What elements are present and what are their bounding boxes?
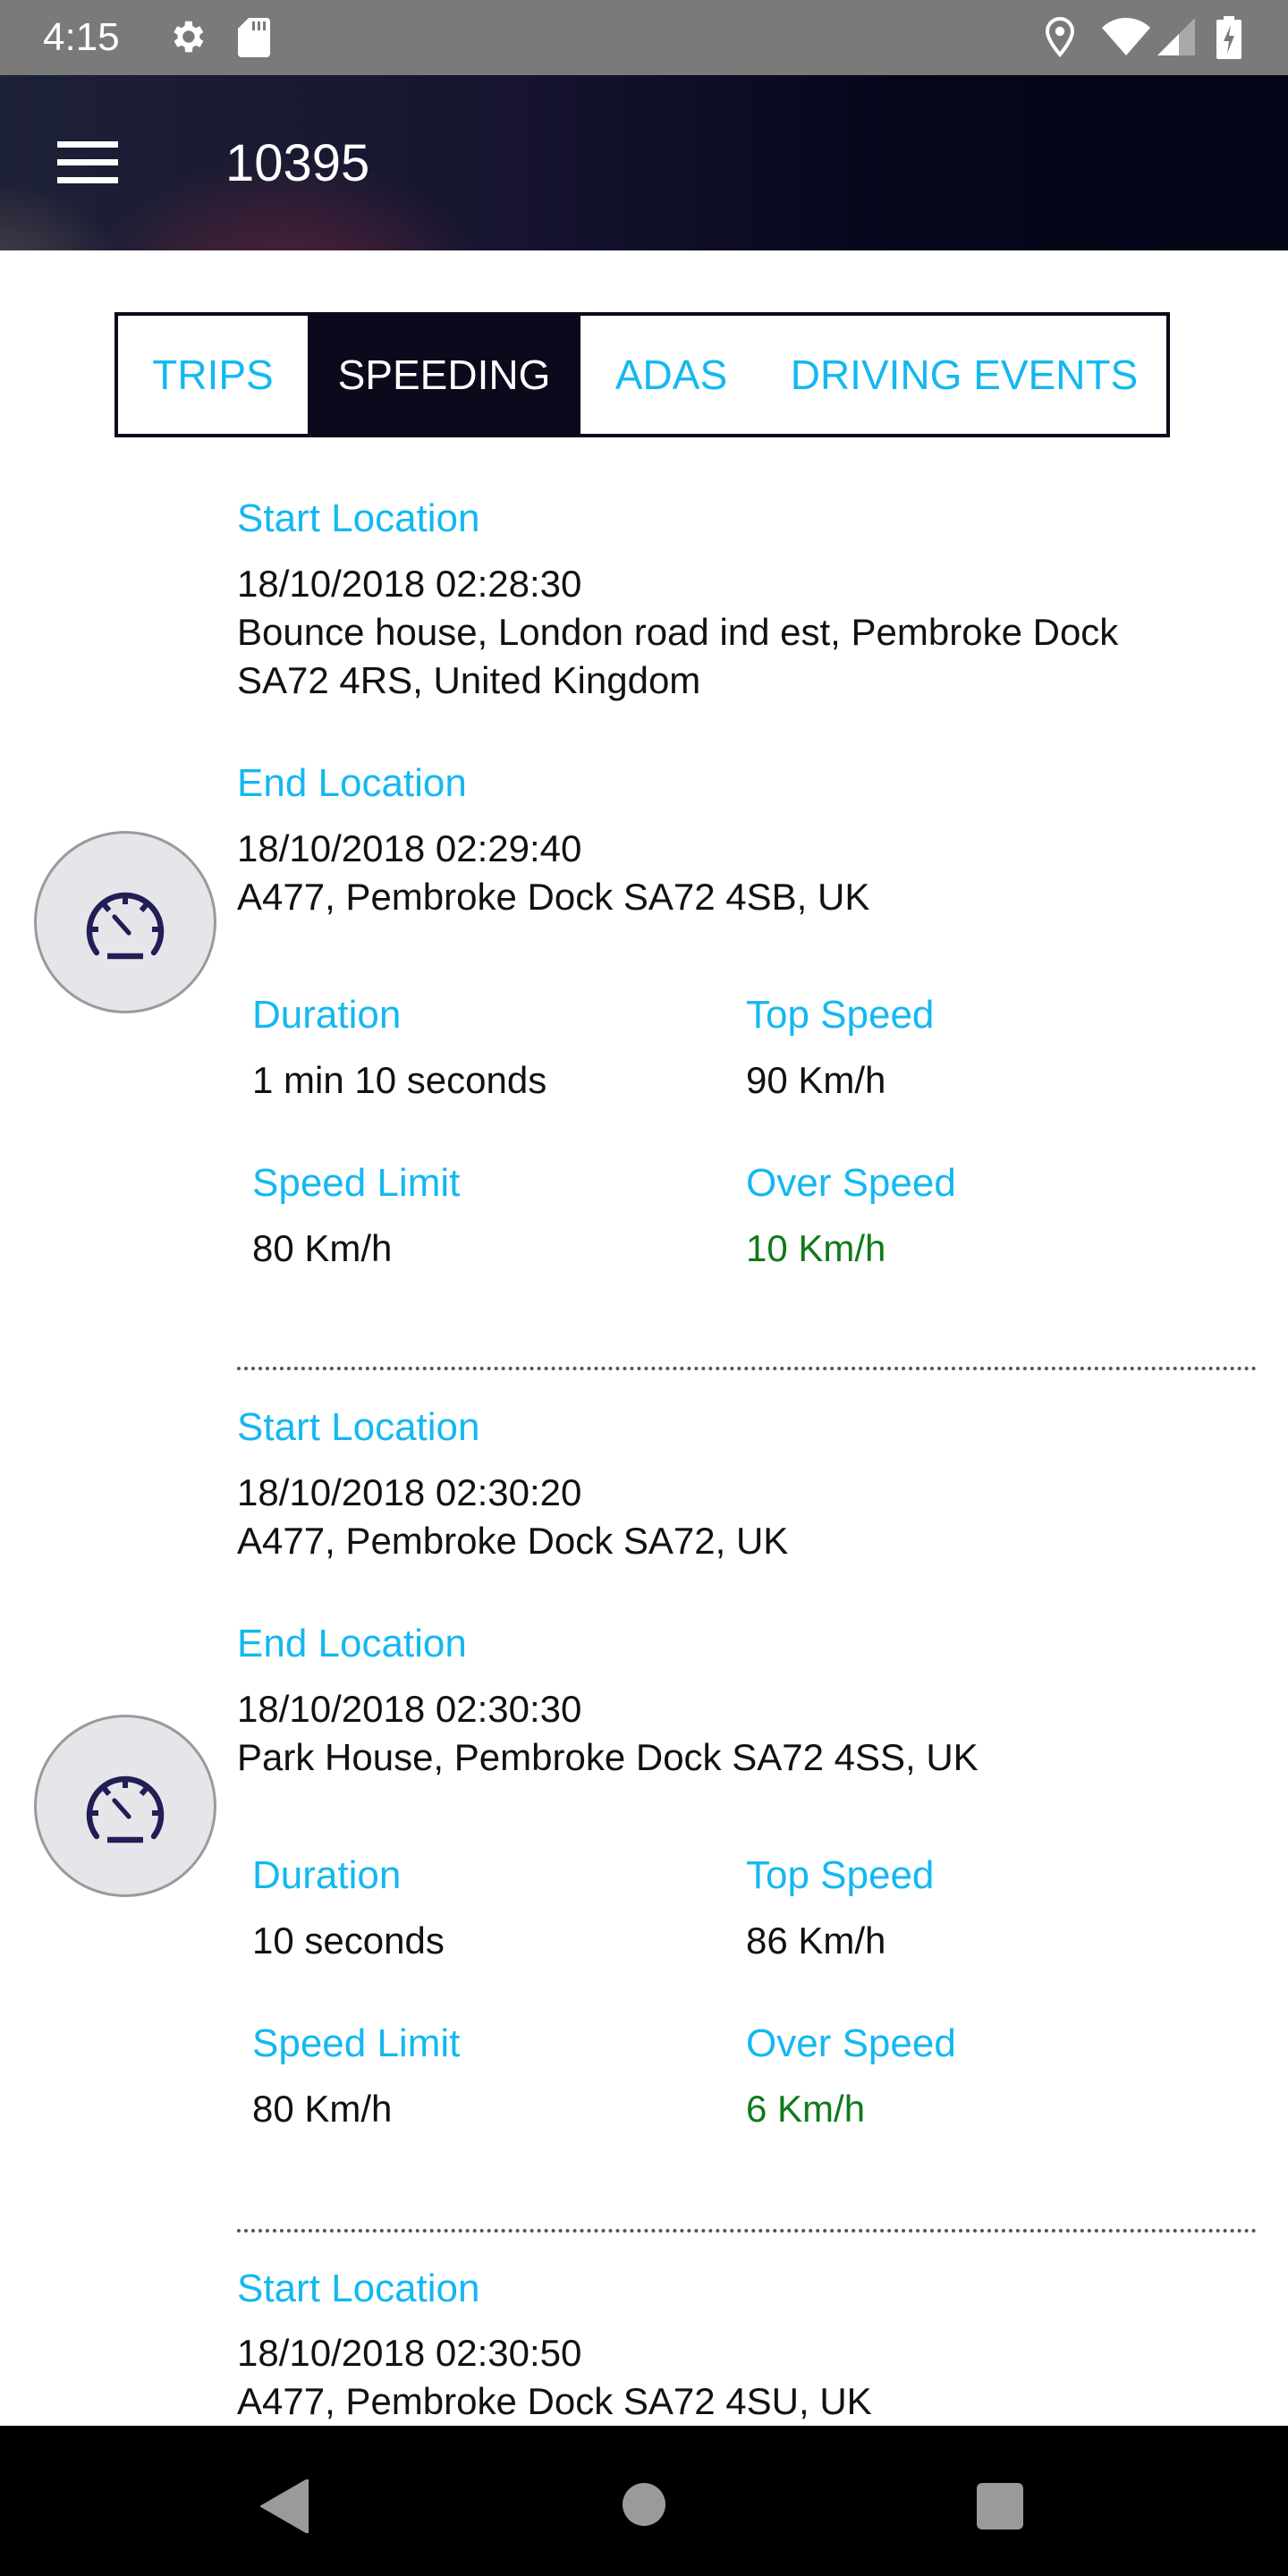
location-pin-icon <box>1045 17 1075 57</box>
settings-gear-icon <box>174 21 204 53</box>
status-bar: 4:15 <box>0 0 1288 75</box>
start-time: 18/10/2018 02:30:50 <box>237 2332 582 2374</box>
start-address: A477, Pembroke Dock SA72 4SU, UK <box>237 2380 872 2422</box>
recents-icon[interactable] <box>975 2481 1025 2531</box>
list-viewport: Start Location 18/10/2018 02:30:50 A477,… <box>0 250 1288 2426</box>
system-nav-bar <box>0 2426 1288 2576</box>
sd-card-icon <box>238 18 270 57</box>
battery-charging-icon <box>1216 16 1241 59</box>
hamburger-menu-icon[interactable] <box>57 141 118 184</box>
start-location-label: Start Location <box>237 2267 480 2310</box>
app-bar: 10395 <box>0 75 1288 250</box>
wifi-icon <box>1102 18 1150 55</box>
status-time: 4:15 <box>43 15 120 59</box>
home-icon[interactable] <box>621 2481 667 2528</box>
back-icon[interactable] <box>259 2479 309 2533</box>
cell-signal-icon <box>1157 18 1195 55</box>
page-title: 10395 <box>225 134 370 192</box>
